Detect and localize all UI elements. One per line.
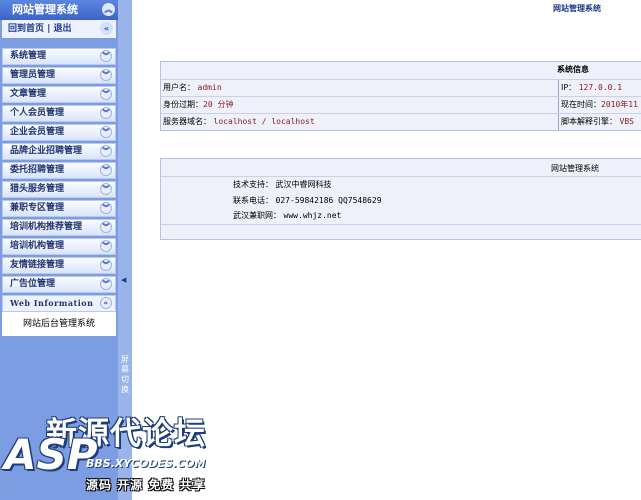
site-info-title: 网站管理系统 xyxy=(551,164,599,173)
sidebar-item-articles[interactable]: 文章管理 ︾ xyxy=(2,86,116,103)
session-expiry-label: 身份过期： xyxy=(163,100,203,109)
watermark-slogan: 源码 开源 免费 共享 xyxy=(86,478,206,492)
system-info-panel: 系统信息 用户名： admin IP： 127.0.0.1 身份过期：20 分钟… xyxy=(160,61,641,131)
page-title: 网站管理系统 xyxy=(553,4,601,13)
chevron-down-icon[interactable]: ︾ xyxy=(100,240,112,252)
info-row-left: 服务器域名： localhost / localhost xyxy=(163,114,315,130)
phone-value: 027-59842186 QQ7548629 xyxy=(275,196,382,205)
divider xyxy=(558,97,559,113)
sidebar-item-training[interactable]: 培训机构管理 ︾ xyxy=(2,238,116,255)
web-information-body: 网站后台管理系统 xyxy=(2,312,116,336)
arrow-left-icon[interactable]: ◀ xyxy=(121,276,126,284)
watermark-url: BBS.XYCODES.COM xyxy=(86,457,206,470)
sidebar-item-label: 培训机构管理 xyxy=(10,241,65,251)
ip-value: 127.0.0.1 xyxy=(578,83,623,92)
sidebar-item-ads[interactable]: 广告位管理 ︾ xyxy=(2,276,116,293)
sidebar-item-personal-members[interactable]: 个人会员管理 ︾ xyxy=(2,105,116,122)
tech-support-label: 技术支持： xyxy=(233,180,273,189)
session-expiry-value: 20 分钟 xyxy=(203,100,234,109)
chevron-down-icon[interactable]: ︾ xyxy=(100,202,112,214)
sidebar-item-brand-recruit[interactable]: 品牌企业招聘管理 ︾ xyxy=(2,143,116,160)
sidebar-item-admins[interactable]: 管理员管理 ︾ xyxy=(2,67,116,84)
info-row: 身份过期：20 分钟 现在时间：2010年11 xyxy=(161,96,641,113)
phone-line: 联系电话： 027-59842186 QQ7548629 xyxy=(233,195,382,206)
info-row-right: IP： 127.0.0.1 xyxy=(561,80,622,96)
home-logout-links[interactable]: 回到首页 | 退出 xyxy=(8,24,72,34)
info-row: 用户名： admin IP： 127.0.0.1 xyxy=(161,79,641,96)
system-info-title: 系统信息 xyxy=(557,65,589,74)
sidebar-item-company-members[interactable]: 企业会员管理 ︾ xyxy=(2,124,116,141)
sidebar-item-label: 兼职专区管理 xyxy=(10,203,65,213)
username-label: 用户名： xyxy=(163,83,195,92)
sidebar-item-label: 猎头服务管理 xyxy=(10,184,65,194)
chevron-down-icon[interactable]: ︾ xyxy=(100,183,112,195)
current-time-label: 现在时间： xyxy=(561,100,601,109)
sidebar-header: 网站管理系统 ︽ xyxy=(0,0,118,20)
collapse-left-icon[interactable]: « xyxy=(100,297,112,309)
sidebar-item-label: 个人会员管理 xyxy=(10,108,65,118)
ip-label: IP： xyxy=(561,83,577,92)
script-engine-label: 脚本解释引擎： xyxy=(561,117,617,126)
sidebar-title: 网站管理系统 xyxy=(12,3,78,16)
sidebar-item-label: 广告位管理 xyxy=(10,279,56,289)
phone-label: 联系电话： xyxy=(233,196,273,205)
watermark-logo: ASP xyxy=(4,430,98,479)
info-row-right: 脚本解释引擎： VBS xyxy=(561,114,634,130)
sidebar-item-label: 培训机构推荐管理 xyxy=(10,222,83,232)
divider xyxy=(558,114,559,130)
chevron-down-icon[interactable]: ︾ xyxy=(100,278,112,290)
chevron-down-icon[interactable]: ︾ xyxy=(100,221,112,233)
sidebar-top-links[interactable]: 回到首页 | 退出 « xyxy=(2,20,116,38)
divider xyxy=(161,224,641,225)
script-engine-value: VBS xyxy=(619,117,634,126)
chevron-down-icon[interactable]: ︾ xyxy=(100,69,112,81)
sidebar-item-label: 友情链接管理 xyxy=(10,260,65,270)
web-information-header: Web Information « xyxy=(2,295,116,312)
sidebar-item-label: 系统管理 xyxy=(10,51,47,61)
chevron-down-icon[interactable]: ︾ xyxy=(100,88,112,100)
divider xyxy=(558,80,559,96)
chevron-down-icon[interactable]: ︾ xyxy=(100,50,112,62)
sidebar-item-system[interactable]: 系统管理 ︾ xyxy=(2,48,116,65)
website-link[interactable]: www.whjz.net xyxy=(284,211,342,220)
sidebar-item-entrusted-recruit[interactable]: 委托招聘管理 ︾ xyxy=(2,162,116,179)
server-domain-value: localhost / localhost xyxy=(213,117,315,126)
tech-support-value: 武汉中睿网科技 xyxy=(275,180,332,189)
divider xyxy=(161,176,641,177)
info-row: 服务器域名： localhost / localhost 脚本解释引擎： VBS xyxy=(161,113,641,130)
sidebar-item-label: 文章管理 xyxy=(10,89,47,99)
tech-support-line: 技术支持： 武汉中睿网科技 xyxy=(233,179,332,190)
info-row-left: 用户名： admin xyxy=(163,80,222,96)
collapse-up-icon[interactable]: ︽ xyxy=(102,3,115,16)
collapse-left-icon[interactable]: « xyxy=(100,22,113,35)
info-row-left: 身份过期：20 分钟 xyxy=(163,97,233,113)
sidebar-item-label: 企业会员管理 xyxy=(10,127,65,137)
site-info-panel: 网站管理系统 技术支持： 武汉中睿网科技 联系电话： 027-59842186 … xyxy=(160,158,641,240)
chevron-down-icon[interactable]: ︾ xyxy=(100,126,112,138)
chevron-down-icon[interactable]: ︾ xyxy=(100,164,112,176)
chevron-down-icon[interactable]: ︾ xyxy=(100,107,112,119)
screen-switch-label[interactable]: 屏幕切换 xyxy=(119,355,131,395)
web-information-title: Web Information xyxy=(10,298,94,308)
sidebar-item-training-recommend[interactable]: 培训机构推荐管理 ︾ xyxy=(2,219,116,236)
sidebar-item-label: 品牌企业招聘管理 xyxy=(10,146,83,156)
sidebar-item-label: 委托招聘管理 xyxy=(10,165,65,175)
chevron-down-icon[interactable]: ︾ xyxy=(100,145,112,157)
website-line: 武汉兼职网： www.whjz.net xyxy=(233,210,341,221)
sidebar-item-part-time[interactable]: 兼职专区管理 ︾ xyxy=(2,200,116,217)
username-value: admin xyxy=(197,83,222,92)
sidebar-item-headhunter[interactable]: 猎头服务管理 ︾ xyxy=(2,181,116,198)
chevron-down-icon[interactable]: ︾ xyxy=(100,259,112,271)
current-time-value: 2010年11 xyxy=(601,100,638,109)
website-label: 武汉兼职网： xyxy=(233,211,281,220)
sidebar-item-friend-links[interactable]: 友情链接管理 ︾ xyxy=(2,257,116,274)
server-domain-label: 服务器域名： xyxy=(163,117,211,126)
info-row-right: 现在时间：2010年11 xyxy=(561,97,638,113)
sidebar-item-label: 管理员管理 xyxy=(10,70,56,80)
